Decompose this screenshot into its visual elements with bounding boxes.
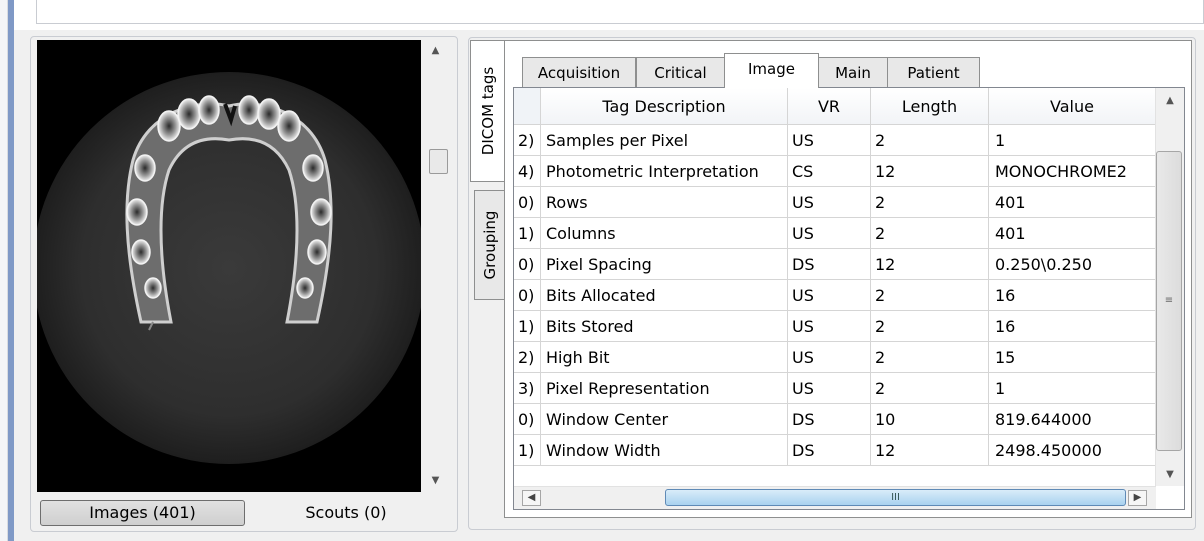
cell-description: Window Center xyxy=(541,404,788,434)
cell-tag: 1) xyxy=(514,435,541,465)
scroll-up-icon[interactable]: ▲ xyxy=(421,46,450,56)
cell-vr: US xyxy=(788,218,871,248)
cell-length: 2 xyxy=(871,342,989,372)
image-scroll-thumb[interactable] xyxy=(429,149,448,174)
cell-description: Pixel Spacing xyxy=(541,249,788,279)
cell-value: 1 xyxy=(989,125,1156,155)
scroll-down-icon[interactable]: ▼ xyxy=(1156,470,1184,480)
cell-vr: DS xyxy=(788,404,871,434)
table-row[interactable]: 1) Columns US 2 401 xyxy=(514,218,1156,249)
tab-image[interactable]: Image xyxy=(724,53,819,88)
column-header-value[interactable]: Value xyxy=(989,88,1156,124)
ct-image-viewport[interactable] xyxy=(37,40,421,492)
images-button[interactable]: Images (401) xyxy=(40,500,245,526)
tab-critical[interactable]: Critical xyxy=(636,57,725,87)
cell-vr: US xyxy=(788,125,871,155)
cell-description: Bits Allocated xyxy=(541,280,788,310)
cell-length: 2 xyxy=(871,280,989,310)
table-row[interactable]: 1) Window Width DS 12 2498.450000 xyxy=(514,435,1156,466)
table-row[interactable]: 2) Samples per Pixel US 2 1 xyxy=(514,125,1156,156)
cell-description: Photometric Interpretation xyxy=(541,156,788,186)
cell-tag: 4) xyxy=(514,156,541,186)
cell-length: 10 xyxy=(871,404,989,434)
table-row[interactable]: 0) Bits Allocated US 2 16 xyxy=(514,280,1156,311)
cell-tag: 0) xyxy=(514,187,541,217)
scroll-right-icon[interactable]: ▶ xyxy=(1128,490,1147,506)
cell-tag: 3) xyxy=(514,373,541,403)
grip-icon: ≡ xyxy=(1164,295,1174,306)
cell-tag: 0) xyxy=(514,404,541,434)
cell-vr: DS xyxy=(788,435,871,465)
cell-vr: DS xyxy=(788,249,871,279)
side-tab-label: DICOM tags xyxy=(478,66,497,156)
scroll-left-icon[interactable]: ◀ xyxy=(522,490,541,506)
cell-description: Window Width xyxy=(541,435,788,465)
cell-value: 0.250\0.250 xyxy=(989,249,1156,279)
horizontal-scroll-thumb[interactable]: III xyxy=(665,489,1126,506)
ct-slice-image xyxy=(37,40,421,492)
table-row[interactable]: 3) Pixel Representation US 2 1 xyxy=(514,373,1156,404)
side-tab-grouping[interactable]: Grouping xyxy=(474,190,504,300)
cell-length: 2 xyxy=(871,311,989,341)
cell-tag: 1) xyxy=(514,311,541,341)
tab-patient[interactable]: Patient xyxy=(887,57,980,87)
cell-description: Rows xyxy=(541,187,788,217)
image-vertical-scrollbar[interactable]: ▲ ▼ xyxy=(421,40,450,492)
side-tab-label: Grouping xyxy=(480,210,499,280)
table-row[interactable]: 0) Rows US 2 401 xyxy=(514,187,1156,218)
cell-length: 12 xyxy=(871,435,989,465)
table-row[interactable]: 4) Photometric Interpretation CS 12 MONOCHRO… xyxy=(514,156,1156,187)
table-row[interactable]: 0) Pixel Spacing DS 12 0.250\0.250 xyxy=(514,249,1156,280)
cell-description: Columns xyxy=(541,218,788,248)
top-panel xyxy=(36,0,1204,24)
cell-vr: US xyxy=(788,187,871,217)
table-header: Tag Description VR Length Value xyxy=(514,88,1156,125)
cell-value: 401 xyxy=(989,187,1156,217)
cell-length: 12 xyxy=(871,249,989,279)
cell-description: Samples per Pixel xyxy=(541,125,788,155)
cell-tag: 2) xyxy=(514,342,541,372)
cell-tag: 0) xyxy=(514,280,541,310)
cell-value: 16 xyxy=(989,311,1156,341)
cell-length: 2 xyxy=(871,187,989,217)
cell-length: 2 xyxy=(871,218,989,248)
column-header-tag[interactable] xyxy=(514,88,541,124)
column-header-vr[interactable]: VR xyxy=(788,88,871,124)
window-left-edge xyxy=(0,0,8,541)
cell-value: 1 xyxy=(989,373,1156,403)
cell-vr: US xyxy=(788,311,871,341)
column-header-description[interactable]: Tag Description xyxy=(541,88,788,124)
cell-vr: CS xyxy=(788,156,871,186)
cell-length: 12 xyxy=(871,156,989,186)
cell-value: 16 xyxy=(989,280,1156,310)
cell-value: MONOCHROME2 xyxy=(989,156,1156,186)
cell-length: 2 xyxy=(871,125,989,155)
scroll-down-icon[interactable]: ▼ xyxy=(421,476,450,486)
cell-value: 401 xyxy=(989,218,1156,248)
cell-description: Pixel Representation xyxy=(541,373,788,403)
dicom-tag-table: Tag Description VR Length Value 2) Sample… xyxy=(513,87,1185,510)
table-row[interactable]: 2) High Bit US 2 15 xyxy=(514,342,1156,373)
table-row[interactable]: 1) Bits Stored US 2 16 xyxy=(514,311,1156,342)
cell-vr: US xyxy=(788,280,871,310)
cell-description: Bits Stored xyxy=(541,311,788,341)
cell-value: 819.644000 xyxy=(989,404,1156,434)
tab-main[interactable]: Main xyxy=(818,57,888,87)
cell-value: 2498.450000 xyxy=(989,435,1156,465)
table-row[interactable]: 0) Window Center DS 10 819.644000 xyxy=(514,404,1156,435)
column-header-length[interactable]: Length xyxy=(871,88,989,124)
tab-acquisition[interactable]: Acquisition xyxy=(522,57,636,87)
cell-value: 15 xyxy=(989,342,1156,372)
cell-vr: US xyxy=(788,373,871,403)
cell-tag: 1) xyxy=(514,218,541,248)
scroll-up-icon[interactable]: ▲ xyxy=(1156,96,1184,106)
cell-length: 2 xyxy=(871,373,989,403)
cell-vr: US xyxy=(788,342,871,372)
side-tab-dicom-tags[interactable]: DICOM tags xyxy=(470,40,504,182)
cell-description: High Bit xyxy=(541,342,788,372)
cell-tag: 2) xyxy=(514,125,541,155)
scouts-button[interactable]: Scouts (0) xyxy=(280,500,412,526)
cell-tag: 0) xyxy=(514,249,541,279)
